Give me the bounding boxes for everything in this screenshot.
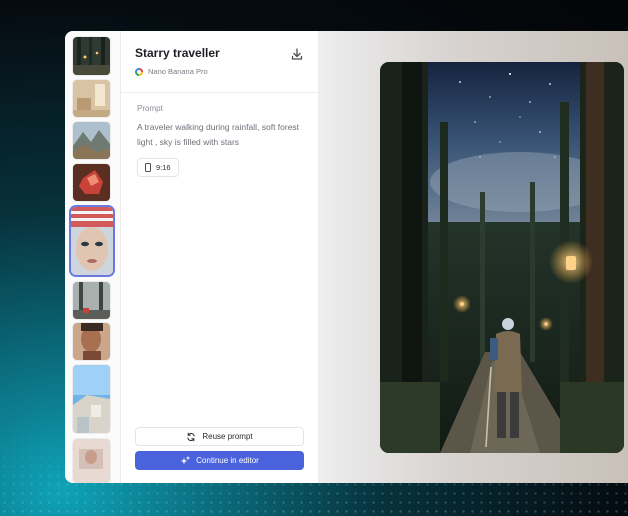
prompt-text: A traveler walking during rainfall, soft… bbox=[137, 122, 300, 147]
phone-ratio-icon bbox=[145, 163, 151, 172]
prompt-label: Prompt bbox=[137, 104, 163, 113]
model-label: Nano Banana Pro bbox=[135, 67, 304, 76]
history-thumbnail-9[interactable] bbox=[73, 439, 110, 483]
model-name: Nano Banana Pro bbox=[148, 67, 208, 76]
reuse-prompt-label: Reuse prompt bbox=[202, 432, 253, 441]
history-thumbnail-4[interactable] bbox=[73, 164, 110, 201]
panel-header: Starry traveller Nano Banana Pro bbox=[121, 31, 318, 93]
history-thumbnail-strip[interactable] bbox=[65, 31, 121, 483]
download-icon[interactable] bbox=[290, 47, 304, 61]
generated-image[interactable] bbox=[380, 62, 624, 453]
history-thumbnail-8[interactable] bbox=[73, 365, 110, 433]
details-panel: Starry traveller Nano Banana Pro Prompt … bbox=[121, 31, 319, 483]
aspect-ratio-value: 9:16 bbox=[156, 163, 171, 172]
image-viewer bbox=[319, 31, 628, 483]
history-thumbnail-1[interactable] bbox=[73, 37, 110, 75]
google-logo-icon bbox=[135, 67, 143, 76]
continue-in-editor-button[interactable]: Continue in editor bbox=[135, 451, 304, 470]
history-thumbnail-3[interactable] bbox=[73, 122, 110, 159]
history-thumbnail-selected[interactable] bbox=[71, 207, 113, 275]
history-thumbnail-2[interactable] bbox=[73, 80, 110, 117]
app-window: Starry traveller Nano Banana Pro Prompt … bbox=[65, 31, 628, 483]
reuse-prompt-button[interactable]: Reuse prompt bbox=[135, 427, 304, 446]
aspect-ratio-chip: 9:16 bbox=[137, 158, 179, 177]
sparkle-icon bbox=[180, 455, 190, 464]
continue-in-editor-label: Continue in editor bbox=[196, 456, 259, 465]
history-thumbnail-6[interactable] bbox=[73, 282, 110, 319]
refresh-icon bbox=[187, 432, 196, 441]
generation-title: Starry traveller bbox=[135, 46, 220, 60]
history-thumbnail-7[interactable] bbox=[73, 323, 110, 360]
